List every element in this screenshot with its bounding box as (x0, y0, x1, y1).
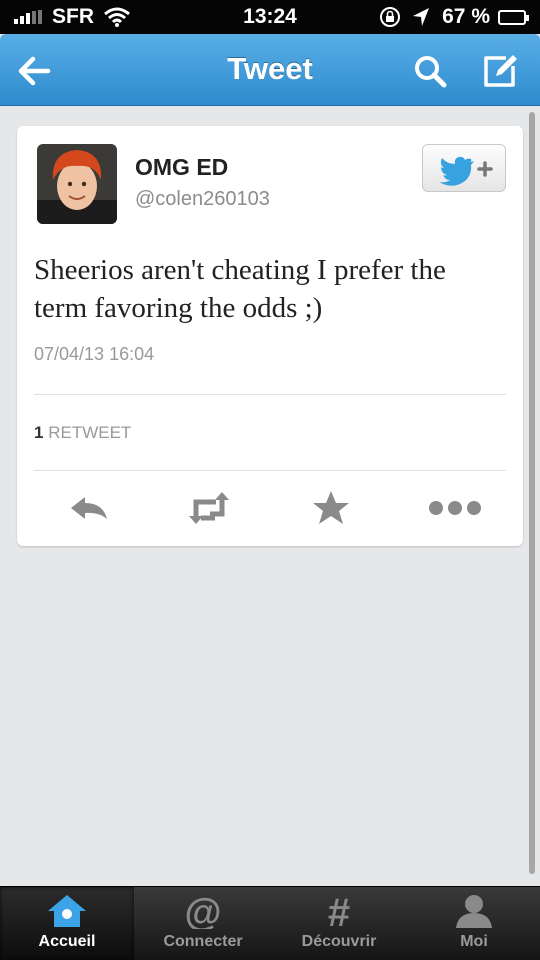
svg-text:#: # (328, 893, 350, 929)
battery-percent: 67 % (442, 5, 490, 28)
person-icon (456, 895, 492, 928)
favorite-icon[interactable] (309, 488, 353, 528)
nav-bar: Tweet (0, 34, 540, 106)
tab-label: Moi (460, 933, 488, 950)
reply-icon[interactable] (67, 488, 111, 528)
more-icon[interactable] (427, 488, 483, 528)
tab-decouvrir[interactable]: # Découvrir (272, 887, 406, 960)
tab-accueil[interactable]: Accueil (0, 887, 134, 960)
tab-label: Connecter (163, 933, 243, 950)
scrollbar[interactable] (529, 112, 535, 874)
retweet-count-number: 1 (34, 423, 44, 442)
retweet-count-label: RETWEET (48, 423, 132, 442)
retweet-icon[interactable] (187, 488, 231, 528)
tab-moi[interactable]: Moi (408, 887, 540, 960)
follow-button[interactable] (422, 144, 506, 192)
at-icon: @ (184, 893, 221, 929)
tab-label: Accueil (38, 933, 96, 950)
tweet-text: Sheerios aren't cheating I prefer the te… (34, 254, 446, 324)
battery-icon (498, 9, 529, 25)
search-icon[interactable] (410, 51, 450, 91)
avatar[interactable] (37, 144, 117, 224)
tab-connecter[interactable]: @ Connecter (136, 887, 270, 960)
divider (34, 470, 506, 471)
tab-bar: Accueil @ Connecter # Découvrir Moi (0, 886, 540, 960)
page-title: Tweet (227, 51, 313, 86)
retweet-count[interactable]: 1 RETWEET (34, 423, 131, 443)
tweet-timestamp: 07/04/13 16:04 (34, 344, 155, 364)
twitter-bird-plus-icon (439, 156, 493, 186)
display-name[interactable]: OMG ED (135, 154, 228, 181)
tab-label: Découvrir (301, 933, 377, 950)
home-icon (48, 895, 86, 927)
tweet-card: OMG ED @colen260103 Sheerios aren't chea… (17, 126, 523, 546)
compose-icon[interactable] (480, 51, 520, 91)
user-handle[interactable]: @colen260103 (135, 188, 270, 211)
location-icon (413, 8, 430, 26)
rotation-lock-icon (380, 7, 401, 27)
hashtag-icon: # (328, 893, 350, 929)
divider (34, 394, 506, 395)
svg-text:@: @ (184, 893, 221, 929)
status-bar: SFR 13:24 67 % (0, 0, 540, 34)
